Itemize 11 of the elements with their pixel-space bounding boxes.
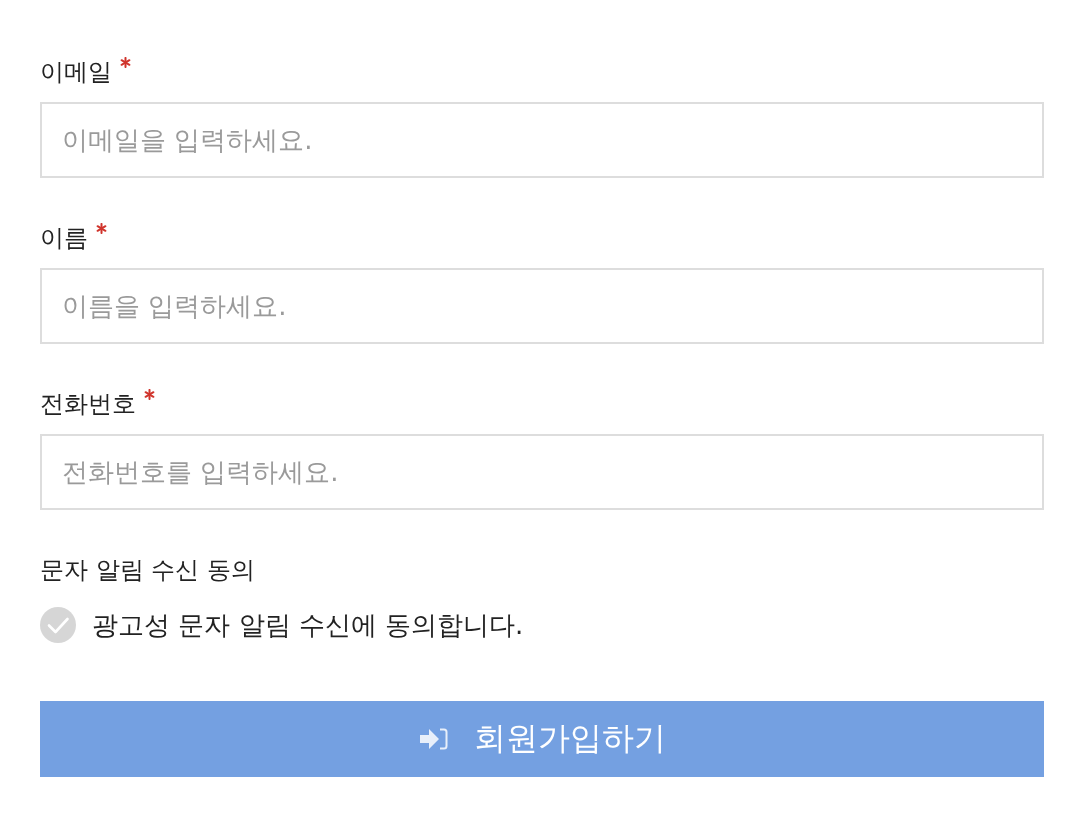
input-field[interactable]: 이름을 입력하세요. <box>40 268 1044 344</box>
checkbox-label: 광고성 문자 알림 수신에 동의합니다. <box>92 609 524 642</box>
signup-button[interactable]: 회원가입하기 <box>40 701 1044 777</box>
field-label: 이름 <box>40 223 88 254</box>
field-label: 이메일 <box>40 57 112 88</box>
field-label: 전화번호 <box>40 389 136 420</box>
checkbox[interactable] <box>40 607 76 643</box>
section-title: 문자 알림 수신 동의 <box>40 555 256 586</box>
input-field[interactable]: 전화번호를 입력하세요. <box>40 434 1044 510</box>
login-icon <box>420 727 448 751</box>
input-field[interactable]: 이메일을 입력하세요. <box>40 102 1044 178</box>
